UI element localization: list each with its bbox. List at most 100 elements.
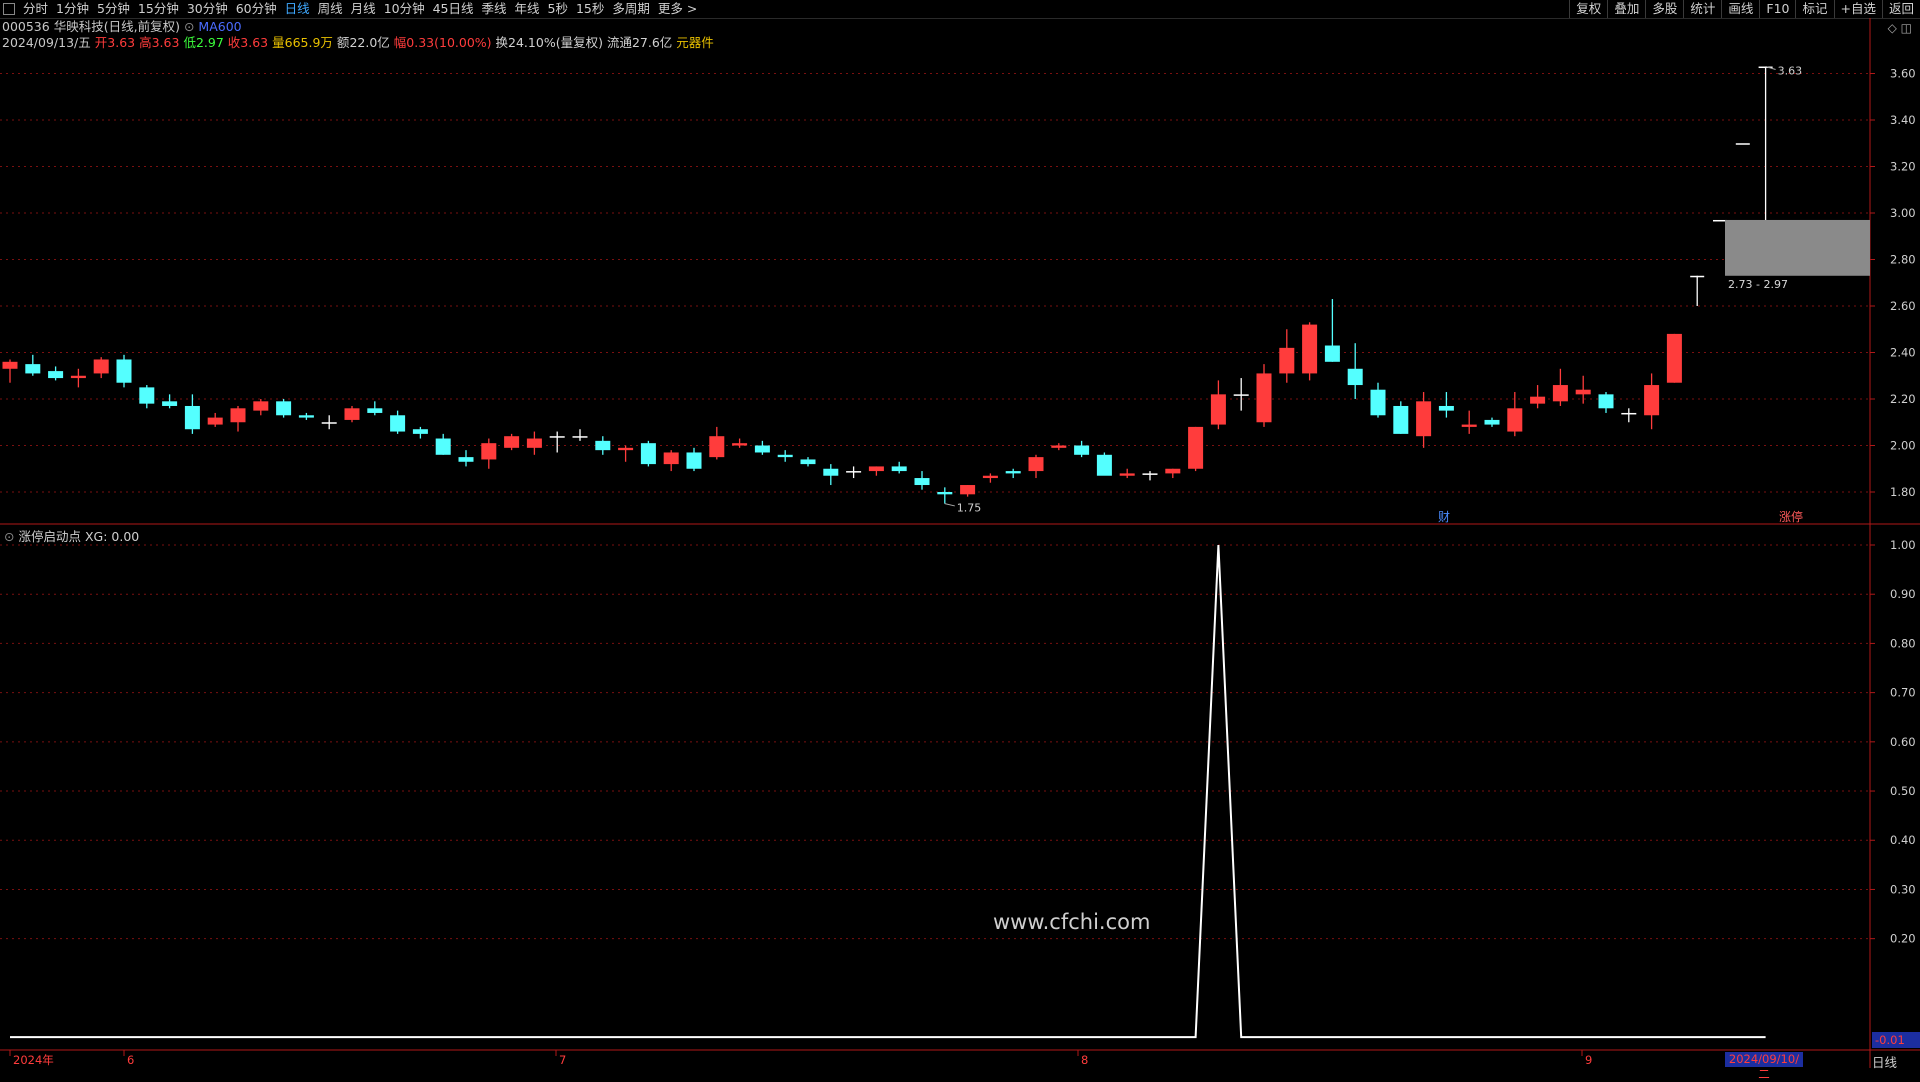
- range-box: [1725, 219, 1870, 276]
- candle-body: [367, 408, 383, 413]
- candle-body: [1142, 473, 1158, 475]
- finance-tag[interactable]: 财: [1438, 508, 1450, 525]
- candle-body: [618, 447, 634, 451]
- candle-body: [1735, 143, 1750, 145]
- candle-body: [982, 475, 998, 479]
- candle-body: [412, 429, 428, 434]
- high-marker-label: 3.63: [1778, 65, 1803, 78]
- indicator-tick-label: 0.30: [1890, 882, 1916, 896]
- time-tick-label: 6: [127, 1053, 134, 1067]
- candle-body: [2, 361, 18, 369]
- candle-body: [1279, 347, 1295, 374]
- candle-body: [1028, 457, 1044, 472]
- indicator-tick-label: 0.40: [1890, 833, 1916, 847]
- candle-body: [1530, 396, 1546, 404]
- candle-body: [1690, 275, 1705, 278]
- candle-body: [549, 436, 565, 438]
- limit-up-tag[interactable]: 涨停: [1779, 508, 1803, 525]
- current-date-box: 2024/09/10/二: [1725, 1052, 1803, 1081]
- candle-body: [800, 459, 816, 465]
- indicator-tick-label: 0.80: [1890, 636, 1916, 650]
- candle-body: [960, 485, 976, 495]
- indicator-tick-label: 0.50: [1890, 784, 1916, 798]
- candle-body: [1119, 473, 1135, 476]
- candle-body: [914, 478, 930, 486]
- candle-body: [1484, 419, 1500, 425]
- indicator-min-label: -0.01: [1872, 1032, 1920, 1048]
- candle-body: [162, 401, 178, 406]
- candle-body: [1393, 405, 1409, 434]
- candle-body: [1051, 445, 1067, 448]
- candle-body: [1256, 373, 1272, 423]
- candle-body: [1302, 324, 1318, 374]
- time-tick-label: 7: [559, 1053, 566, 1067]
- price-tick-label: 2.60: [1890, 299, 1916, 313]
- candle-body: [139, 387, 155, 404]
- candle-body: [868, 466, 884, 472]
- low-marker-label: 1.75: [957, 502, 982, 515]
- candle-body: [93, 359, 109, 374]
- candle-body: [504, 436, 520, 448]
- price-tick-label: 1.80: [1890, 485, 1916, 499]
- candle-body: [116, 359, 132, 383]
- candle-body: [572, 436, 588, 438]
- price-tick-label: 2.20: [1890, 392, 1916, 406]
- candle-body: [344, 408, 360, 420]
- price-tick-label: 3.40: [1890, 113, 1916, 127]
- indicator-tick-label: 0.70: [1890, 686, 1916, 700]
- time-tick-label: 9: [1585, 1053, 1592, 1067]
- period-label[interactable]: 日线: [1872, 1052, 1897, 1071]
- candle-body: [640, 443, 656, 465]
- indicator-toggle-icon[interactable]: ⊙: [4, 529, 14, 544]
- candle-body: [1096, 454, 1112, 476]
- candle-body: [276, 401, 292, 416]
- candle-body: [1188, 426, 1204, 469]
- candle-body: [526, 438, 542, 448]
- candle-body: [48, 371, 64, 379]
- candle-body: [1621, 412, 1637, 415]
- candle-body: [1666, 333, 1682, 383]
- indicator-tick-label: 1.00: [1890, 538, 1916, 552]
- candle-body: [1507, 408, 1523, 432]
- candle-body: [1210, 394, 1226, 425]
- price-tick-label: 2.80: [1890, 253, 1916, 267]
- price-tick-label: 3.60: [1890, 67, 1916, 81]
- candle-body: [1438, 405, 1454, 411]
- candle-body: [709, 436, 725, 458]
- price-tick-label: 3.00: [1890, 206, 1916, 220]
- candle-body: [777, 454, 793, 458]
- candle-body: [207, 417, 223, 425]
- price-tick-label: 2.00: [1890, 439, 1916, 453]
- candle-body: [1713, 219, 1727, 222]
- candle-body: [25, 364, 41, 374]
- indicator-line: [10, 544, 1766, 1039]
- indicator-tick-label: 0.90: [1890, 587, 1916, 601]
- time-tick-label: 8: [1081, 1053, 1088, 1067]
- indicator-tick-label: 0.20: [1890, 932, 1916, 946]
- indicator-name[interactable]: 涨停启动点: [18, 529, 81, 544]
- candle-body: [1347, 368, 1363, 386]
- candle-body: [1552, 385, 1568, 402]
- candle-body: [298, 415, 314, 418]
- candle-body: [846, 471, 862, 473]
- candle-body: [458, 457, 474, 462]
- chart-canvas: 3.60 3.40 3.20 3.00 2.80 2.60 2.40 2.20 2.00 1.80…: [0, 18, 1920, 1068]
- candle-body: [1461, 424, 1477, 427]
- candle-body: [1165, 468, 1181, 474]
- indicator-tick-label: 0.60: [1890, 735, 1916, 749]
- candle-body: [184, 405, 200, 430]
- candle-body: [230, 408, 246, 423]
- candle-body: [732, 443, 748, 446]
- indicator-value: XG: 0.00: [84, 529, 140, 544]
- candle-body: [1324, 345, 1340, 362]
- time-tick-label: 2024年: [13, 1053, 54, 1067]
- candle-body: [1598, 394, 1614, 409]
- candle-body: [1644, 385, 1660, 416]
- candle-body: [481, 443, 497, 460]
- candle-body: [1416, 401, 1432, 437]
- candle-body: [1005, 471, 1021, 474]
- low-marker-line: [944, 503, 955, 507]
- candle-body: [937, 492, 953, 495]
- candle-body: [390, 415, 406, 432]
- candle-body: [1074, 445, 1090, 455]
